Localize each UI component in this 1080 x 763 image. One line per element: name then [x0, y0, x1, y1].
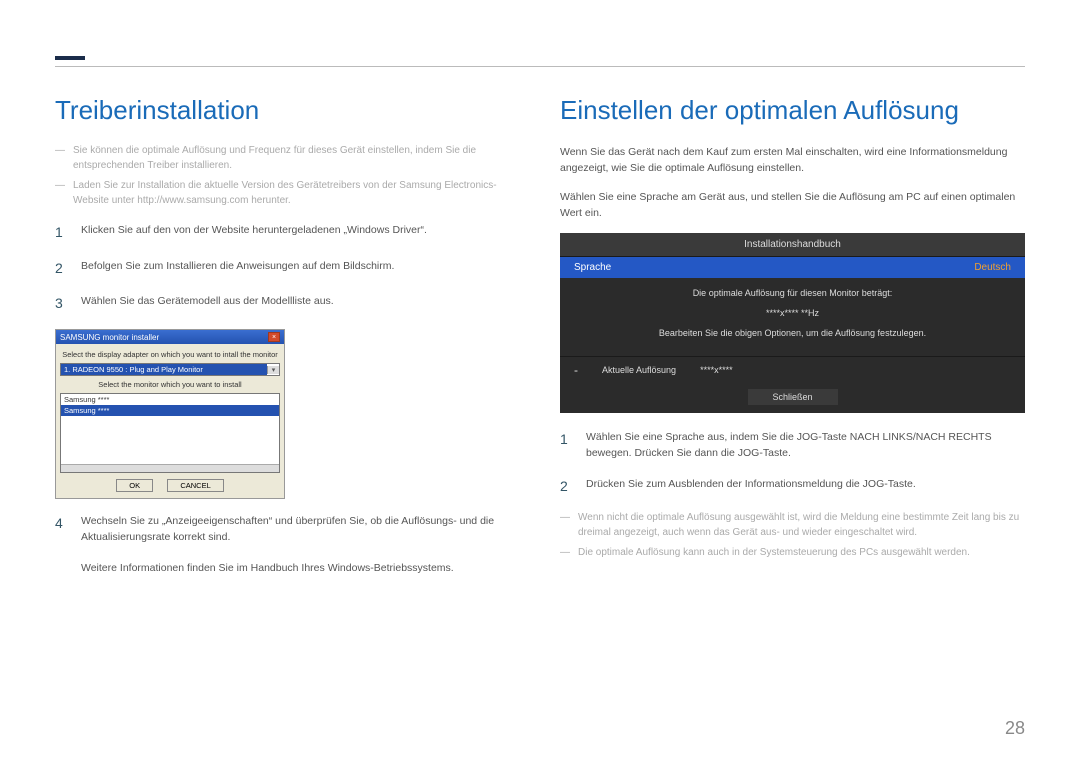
osd-instruction-line: Bearbeiten Sie die obigen Optionen, um d…: [584, 328, 1001, 338]
page-number: 28: [1005, 718, 1025, 739]
intro-paragraph: Wenn Sie das Gerät nach dem Kauf zum ers…: [560, 144, 1025, 177]
note-text: Sie können die optimale Auflösung und Fr…: [73, 144, 520, 173]
note-dash-icon: ―: [55, 179, 65, 208]
osd-panel: Installationshandbuch Sprache Deutsch Di…: [560, 233, 1025, 413]
osd-info-line: Die optimale Auflösung für diesen Monito…: [584, 288, 1001, 298]
installer-title-text: SAMSUNG monitor installer: [60, 333, 159, 342]
step-text: Klicken Sie auf den von der Website heru…: [81, 222, 427, 244]
osd-title: Installationshandbuch: [560, 233, 1025, 257]
step-text: Wählen Sie das Gerätemodell aus der Mode…: [81, 293, 334, 315]
step-text: Befolgen Sie zum Installieren die Anweis…: [81, 258, 394, 280]
note-text: Die optimale Auflösung kann auch in der …: [578, 546, 970, 561]
step-number: 2: [55, 258, 65, 280]
osd-current-resolution-row: - Aktuelle Auflösung ****x****: [560, 356, 1025, 383]
step-text: Wählen Sie eine Sprache aus, indem Sie d…: [586, 429, 1025, 462]
installer-adapter-label: Select the display adapter on which you …: [60, 348, 280, 361]
osd-language-value: Deutsch: [974, 262, 1011, 273]
installer-adapter-select[interactable]: 1. RADEON 9550 : Plug and Play Monitor ▾: [60, 363, 280, 376]
osd-current-label: Aktuelle Auflösung: [602, 365, 676, 375]
note-text: Wenn nicht die optimale Auflösung ausgew…: [578, 511, 1025, 540]
installer-monitor-list[interactable]: Samsung **** Samsung ****: [60, 393, 280, 473]
step-number: 3: [55, 293, 65, 315]
step-number: 4: [55, 513, 65, 546]
ok-button[interactable]: OK: [116, 479, 153, 492]
osd-resolution-value: ****x**** **Hz: [584, 308, 1001, 318]
step-number: 2: [560, 476, 570, 498]
header-rule: [55, 66, 1025, 67]
list-item[interactable]: Samsung ****: [61, 405, 279, 416]
bullet-dash-icon: -: [574, 363, 578, 377]
note-item: ― Die optimale Auflösung kann auch in de…: [560, 546, 1025, 561]
scrollbar[interactable]: [61, 464, 279, 472]
note-text: Laden Sie zur Installation die aktuelle …: [73, 179, 520, 208]
step-2: 2 Drücken Sie zum Ausblenden der Informa…: [560, 476, 1025, 498]
close-icon[interactable]: ×: [268, 332, 280, 342]
note-dash-icon: ―: [560, 546, 570, 561]
heading-driver-installation: Treiberinstallation: [55, 95, 520, 126]
chevron-down-icon[interactable]: ▾: [267, 366, 279, 374]
step-4: 4 Wechseln Sie zu „Anzeigeeigenschaften“…: [55, 513, 520, 546]
right-column: Einstellen der optimalen Auflösung Wenn …: [560, 95, 1025, 590]
note-dash-icon: ―: [560, 511, 570, 540]
osd-language-label: Sprache: [574, 262, 611, 273]
list-item[interactable]: Samsung ****: [61, 394, 279, 405]
step-1: 1 Klicken Sie auf den von der Website he…: [55, 222, 520, 244]
footer-note: Weitere Informationen finden Sie im Hand…: [81, 560, 520, 576]
step-2: 2 Befolgen Sie zum Installieren die Anwe…: [55, 258, 520, 280]
step-3: 3 Wählen Sie das Gerätemodell aus der Mo…: [55, 293, 520, 315]
step-number: 1: [560, 429, 570, 462]
osd-current-value: ****x****: [700, 365, 733, 375]
note-dash-icon: ―: [55, 144, 65, 173]
note-item: ― Sie können die optimale Auflösung und …: [55, 144, 520, 173]
osd-close-button[interactable]: Schließen: [748, 389, 838, 405]
heading-optimal-resolution: Einstellen der optimalen Auflösung: [560, 95, 1025, 126]
installer-dialog: SAMSUNG monitor installer × Select the d…: [55, 329, 285, 499]
header-accent-bar: [55, 56, 85, 60]
step-1: 1 Wählen Sie eine Sprache aus, indem Sie…: [560, 429, 1025, 462]
cancel-button[interactable]: CANCEL: [167, 479, 223, 492]
step-text: Drücken Sie zum Ausblenden der Informati…: [586, 476, 916, 498]
left-column: Treiberinstallation ― Sie können die opt…: [55, 95, 520, 590]
step-text: Wechseln Sie zu „Anzeigeeigenschaften“ u…: [81, 513, 520, 546]
osd-language-row[interactable]: Sprache Deutsch: [560, 257, 1025, 278]
step-number: 1: [55, 222, 65, 244]
installer-adapter-value: 1. RADEON 9550 : Plug and Play Monitor: [61, 364, 267, 375]
note-item: ― Wenn nicht die optimale Auflösung ausg…: [560, 511, 1025, 540]
installer-titlebar: SAMSUNG monitor installer ×: [56, 330, 284, 344]
note-item: ― Laden Sie zur Installation die aktuell…: [55, 179, 520, 208]
intro-paragraph: Wählen Sie eine Sprache am Gerät aus, un…: [560, 189, 1025, 222]
installer-monitor-label: Select the monitor which you want to ins…: [60, 378, 280, 391]
